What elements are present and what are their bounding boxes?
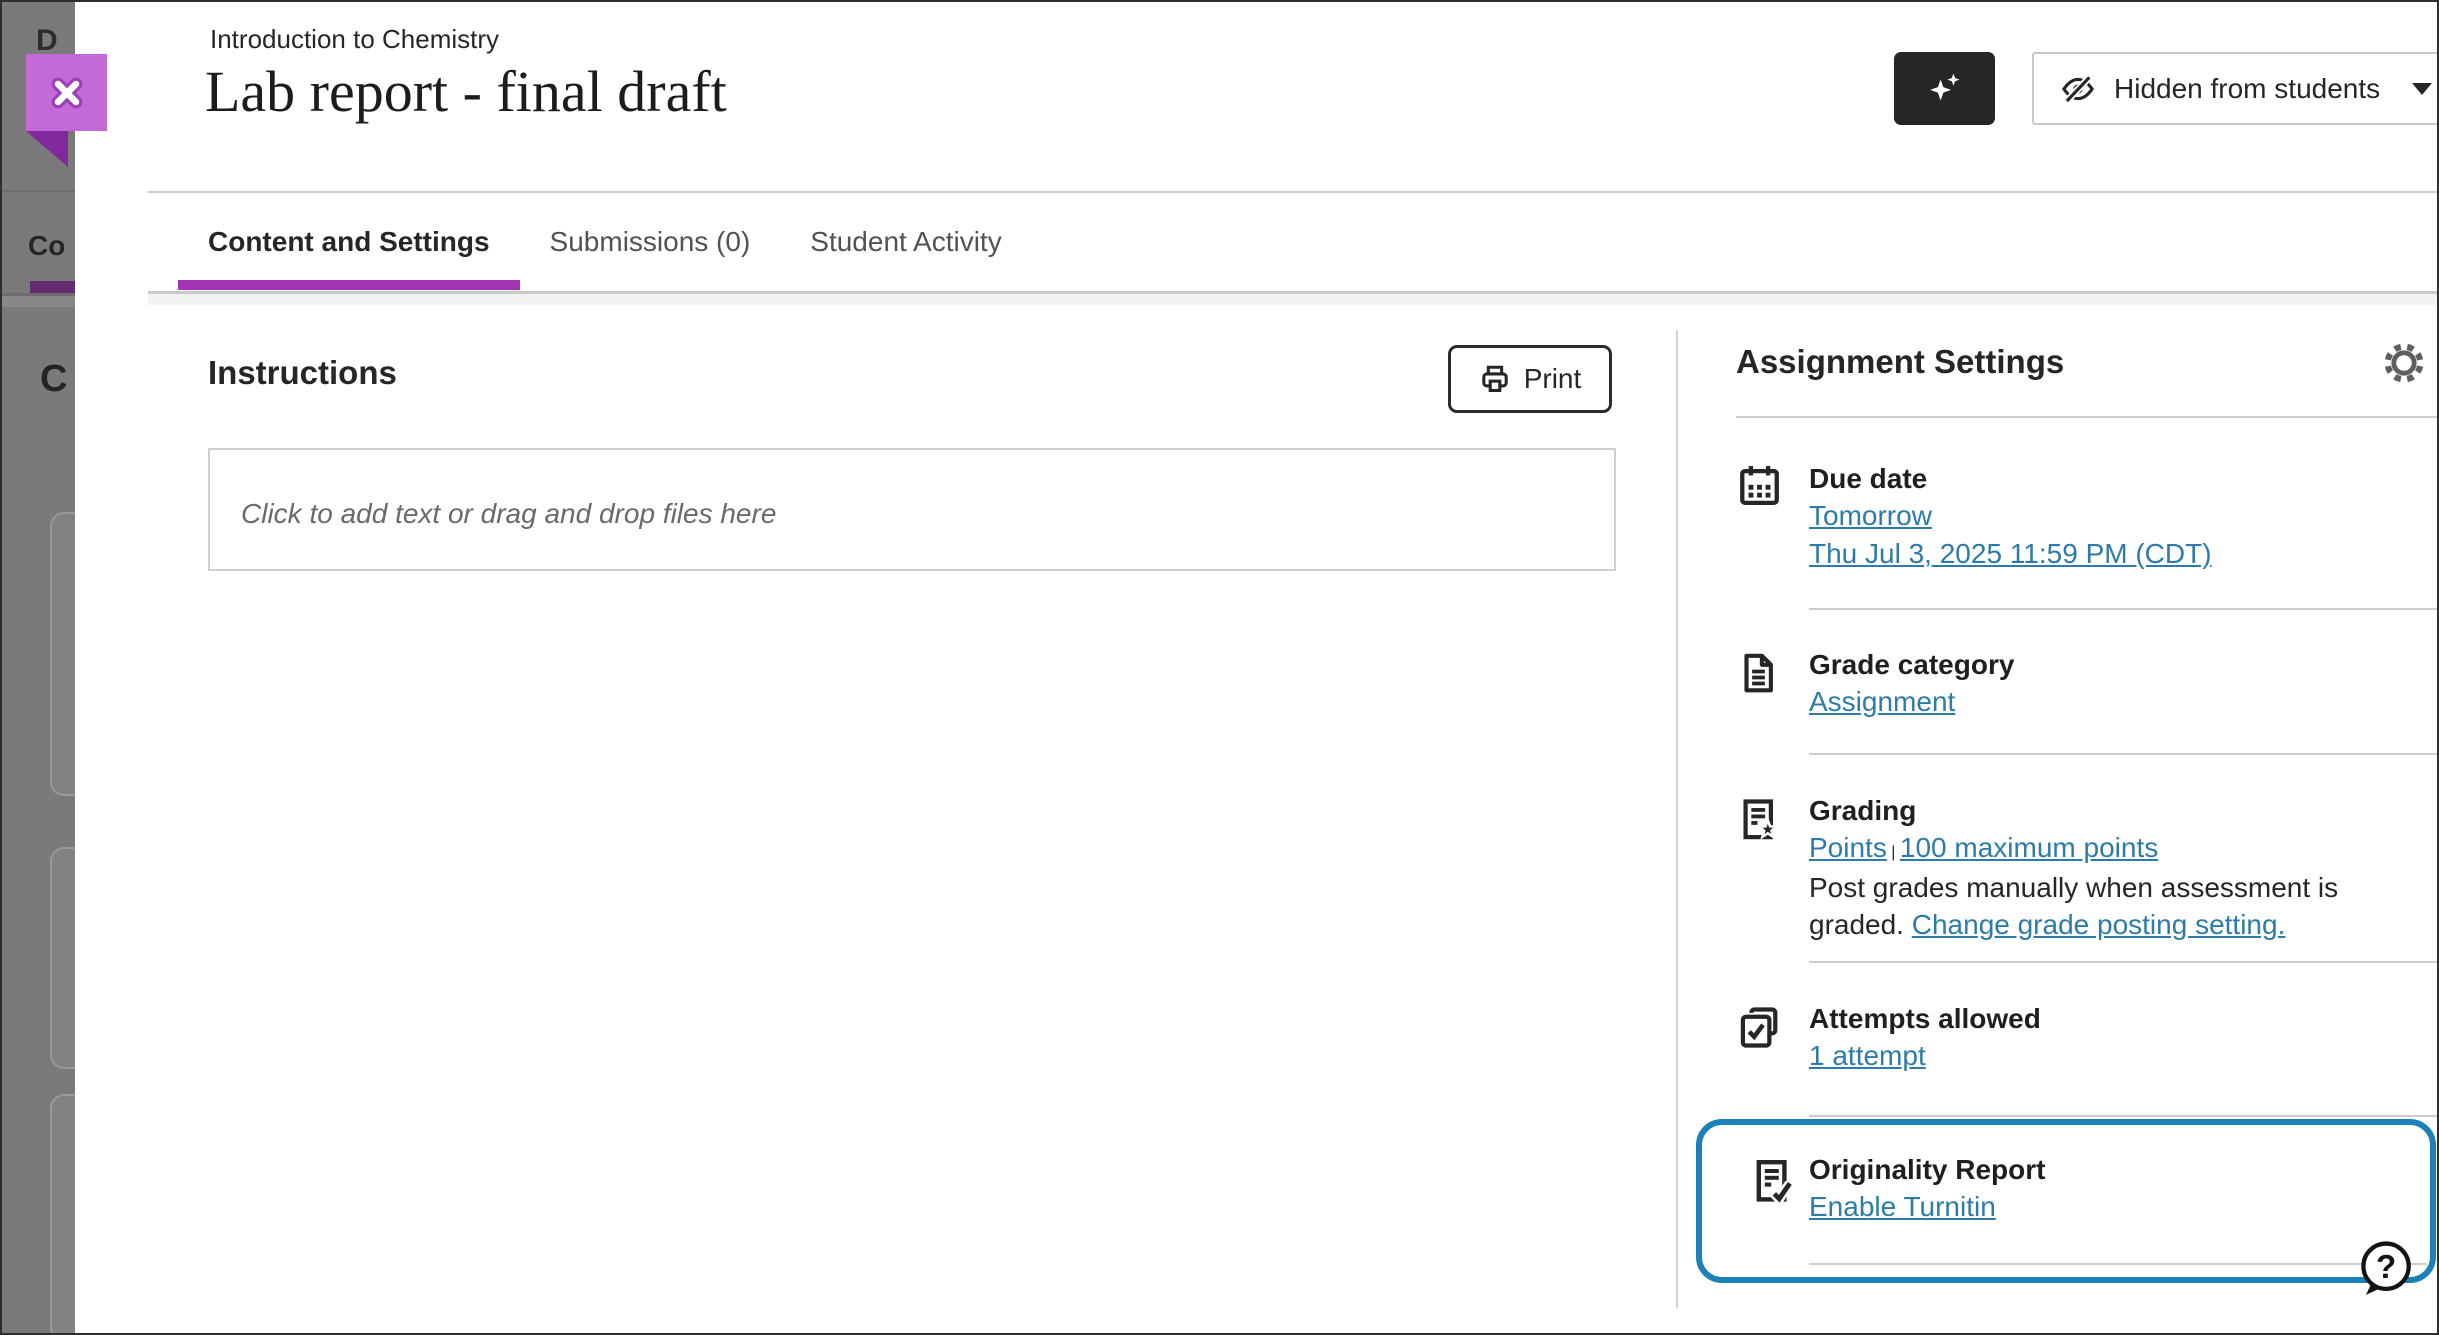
- background-partial-title: D: [36, 24, 58, 58]
- ai-design-assistant-button[interactable]: [1894, 52, 1995, 125]
- background-tab-underline: [30, 281, 75, 293]
- grade-category-title: Grade category: [1809, 646, 2439, 683]
- attempts-link[interactable]: 1 attempt: [1809, 1037, 1926, 1075]
- grading-points-row: Points | 100 maximum points: [1809, 829, 2439, 867]
- grade-category-section: Grade category Assignment: [1809, 646, 2439, 721]
- breadcrumb: Introduction to Chemistry: [210, 24, 499, 55]
- visibility-dropdown[interactable]: Hidden from students: [2032, 52, 2439, 125]
- chevron-down-icon: [2412, 83, 2432, 95]
- document-star-icon: [1736, 793, 1783, 846]
- background-partial-tab: Co: [28, 230, 65, 262]
- attempts-title: Attempts allowed: [1809, 1000, 2439, 1037]
- background-card: [50, 847, 75, 1069]
- close-icon: [44, 70, 90, 116]
- background-divider: [2, 190, 75, 192]
- gear-icon[interactable]: [2380, 339, 2428, 387]
- grading-section: Grading Points | 100 maximum points Post…: [1809, 792, 2439, 943]
- assignment-settings-heading: Assignment Settings: [1736, 343, 2064, 381]
- tab-bar: Content and Settings Submissions (0) Stu…: [178, 193, 1032, 291]
- app-window: D Co C Introduction to Chemistry Lab rep…: [0, 0, 2439, 1335]
- sidebar-divider: [1809, 1115, 2439, 1117]
- grading-max-points-link[interactable]: 100 maximum points: [1900, 829, 2158, 867]
- points-separator: |: [1891, 844, 1895, 861]
- page-title: Lab report - final draft: [205, 58, 727, 125]
- dimmed-background-page: D Co C: [2, 2, 75, 1333]
- attempts-section: Attempts allowed 1 attempt: [1809, 1000, 2439, 1075]
- background-card: [50, 1094, 75, 1333]
- print-button[interactable]: Print: [1448, 345, 1612, 413]
- background-band: [2, 296, 75, 307]
- help-button[interactable]: ?: [2356, 1238, 2414, 1300]
- change-grade-posting-link[interactable]: Change grade posting setting.: [1912, 909, 2286, 940]
- grade-posting-note: Post grades manually when assessment is …: [1809, 869, 2419, 943]
- due-date-section: Due date Tomorrow Thu Jul 3, 2025 11:59 …: [1809, 460, 2439, 573]
- tab-content-and-settings[interactable]: Content and Settings: [178, 193, 520, 291]
- grade-category-link[interactable]: Assignment: [1809, 683, 1955, 721]
- instructions-editor[interactable]: Click to add text or drag and drop files…: [208, 448, 1616, 571]
- attempts-check-icon: [1736, 1001, 1783, 1054]
- tab-student-activity[interactable]: Student Activity: [780, 193, 1031, 291]
- calendar-icon: [1736, 461, 1783, 514]
- visibility-label: Hidden from students: [2114, 73, 2394, 105]
- sidebar-divider: [1809, 1263, 2427, 1265]
- grading-points-link[interactable]: Points: [1809, 829, 1887, 867]
- tabbar-shadow-band: [148, 294, 2437, 305]
- due-date-relative-link[interactable]: Tomorrow: [1809, 497, 1932, 535]
- sidebar-divider: [1809, 753, 2439, 755]
- background-partial-heading: C: [40, 358, 67, 401]
- printer-icon: [1479, 363, 1511, 395]
- sparkles-icon: [1923, 67, 1967, 111]
- sidebar-divider: [1809, 608, 2439, 610]
- tab-submissions[interactable]: Submissions (0): [520, 193, 781, 291]
- editor-placeholder: Click to add text or drag and drop files…: [241, 498, 776, 530]
- due-date-datetime-link[interactable]: Thu Jul 3, 2025 11:59 PM (CDT): [1809, 535, 2212, 573]
- originality-title: Originality Report: [1809, 1151, 2439, 1188]
- sidebar-divider: [1809, 961, 2439, 963]
- grading-title: Grading: [1809, 792, 2439, 829]
- sidebar-divider: [1736, 416, 2439, 418]
- enable-turnitin-link[interactable]: Enable Turnitin: [1809, 1188, 1996, 1226]
- due-date-title: Due date: [1809, 460, 2439, 497]
- close-panel-button[interactable]: [26, 54, 107, 131]
- background-card: [50, 512, 75, 796]
- print-label: Print: [1524, 363, 1582, 395]
- content-sidebar-divider: [1676, 330, 1678, 1308]
- instructions-heading: Instructions: [208, 354, 397, 392]
- document-icon: [1736, 647, 1783, 700]
- assignment-panel: Introduction to Chemistry Lab report - f…: [75, 2, 2437, 1333]
- eye-slash-icon: [2060, 71, 2096, 107]
- originality-section: Originality Report Enable Turnitin: [1809, 1151, 2439, 1226]
- question-mark-glyph: ?: [2376, 1249, 2396, 1286]
- document-check-icon: [1748, 1153, 1796, 1209]
